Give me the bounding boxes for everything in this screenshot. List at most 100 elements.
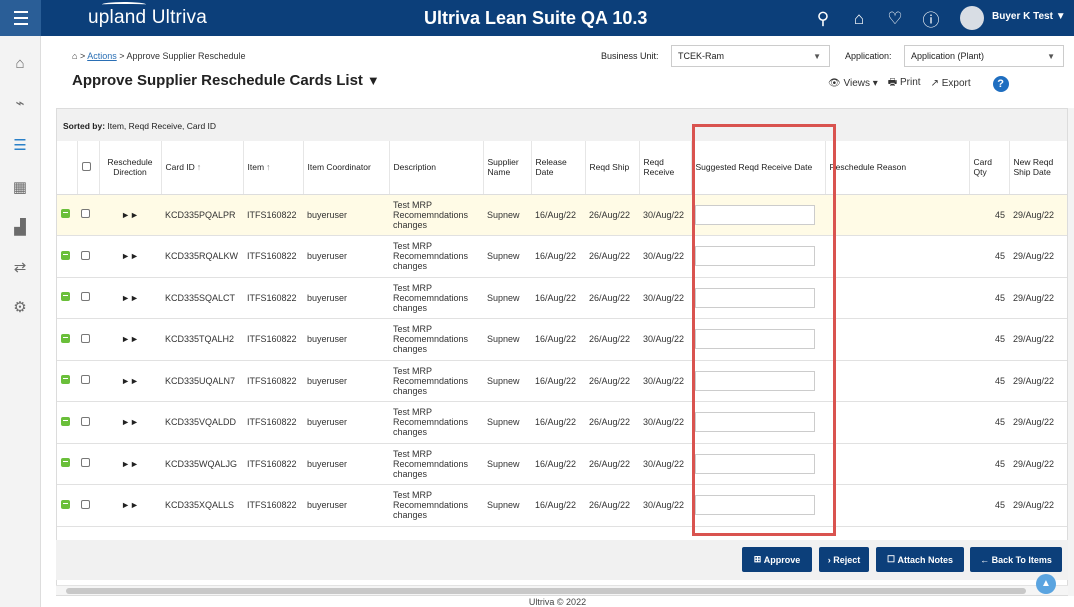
breadcrumb-actions-link[interactable]: Actions [87,51,117,61]
application-select[interactable]: Application (Plant) ▼ [904,45,1064,67]
note-icon[interactable] [57,277,77,319]
row-checkbox[interactable] [77,277,99,319]
reschedule-reason-select[interactable]: ▼ [829,495,969,515]
card-qty: 45 [969,318,1009,361]
col-reqd-ship[interactable]: Reqd Ship [585,141,640,195]
search-icon[interactable]: ⚲ [812,9,834,29]
reschedule-reason-select[interactable]: ▼ [829,329,969,349]
col-item[interactable]: Item ↑ [243,141,304,195]
col-reqd-receive[interactable]: Reqd Receive [639,141,692,195]
direction-icon: ►► [99,443,161,485]
heart-icon[interactable]: ♡ [884,9,906,29]
suggested-date-input[interactable] [695,453,815,474]
table-row[interactable]: ►► KCD335PQALPR ITFS160822 buyeruser Test MR… [57,194,1067,236]
note-icon[interactable] [57,235,77,278]
help-icon[interactable]: ⓘ [920,6,942,31]
app-logo[interactable]: upland Ultriva [88,2,207,29]
release-date: 16/Aug/22 [531,318,585,361]
suggested-date-input[interactable] [695,329,815,350]
grid-icon[interactable]: ▦ [10,178,30,198]
table-row[interactable]: ►► KCD335SQALCT ITFS160822 buyeruser Test MR… [57,277,1067,319]
row-checkbox[interactable] [77,484,99,527]
table-row[interactable]: ►► KCD335WQALJG ITFS160822 buyeruser Test MR… [57,443,1067,485]
col-release[interactable]: Release Date [531,141,586,195]
table-row[interactable]: ►► KCD335TQALH2 ITFS160822 buyeruser Test MR… [57,318,1067,361]
cards-list-icon[interactable]: ☰ [10,136,30,156]
col-description[interactable]: Description [389,141,484,195]
user-menu[interactable]: Buyer K Test ▼ [992,11,1066,22]
suggested-date-cell [691,277,825,319]
table-row[interactable]: ►► KCD335RQALKW ITFS160822 buyeruser Test MR… [57,235,1067,278]
row-checkbox[interactable] [77,194,99,236]
note-icon[interactable] [57,443,77,485]
row-checkbox[interactable] [77,401,99,444]
note-icon[interactable] [57,194,77,236]
business-unit-label: Business Unit: [601,51,659,61]
reschedule-reason-select[interactable]: ▼ [829,454,969,474]
suggested-date-input[interactable] [695,370,815,391]
suggested-date-input[interactable] [695,287,815,308]
item-id: ITFS160822 [243,235,303,278]
supplier: Supnew [483,484,531,527]
suggested-date-input[interactable] [695,495,815,516]
note-icon[interactable] [57,360,77,402]
table-row[interactable]: ►► KCD335VQALDD ITFS160822 buyeruser Test MR… [57,401,1067,444]
col-supplier[interactable]: Supplier Name [483,141,532,195]
table-row[interactable]: ►► KCD335UQALN7 ITFS160822 buyeruser Test MR… [57,360,1067,402]
reject-button[interactable]: › Reject [819,547,869,572]
suggested-date-input[interactable] [695,412,815,433]
filter-icon[interactable]: ▼ [367,73,380,88]
suggested-date-input[interactable] [695,204,815,225]
new-ship-date: 29/Aug/22 [1009,194,1067,236]
export-button[interactable]: ↗ Export [931,78,971,89]
supplier: Supnew [483,401,531,444]
business-unit-select[interactable]: TCEK-Ram ▼ [671,45,830,67]
col-suggested[interactable]: Suggested Reqd Receive Date [691,141,826,195]
select-all-checkbox[interactable] [77,141,100,195]
vertical-scrollbar[interactable] [1068,108,1074,596]
cards-table: Reschedule Direction Card ID ↑ Item ↑ Item… [57,141,1067,527]
help-icon[interactable]: ? [992,75,1009,92]
item-id: ITFS160822 [243,401,303,444]
col-reason[interactable]: Reschedule Reason [825,141,970,195]
avatar[interactable] [960,6,984,30]
supplier: Supnew [483,277,531,319]
home-icon[interactable]: ⌂ [848,9,870,29]
row-checkbox[interactable] [77,235,99,278]
reschedule-reason-select[interactable]: ▼ [829,205,969,225]
reschedule-reason-select[interactable]: ▼ [829,412,969,432]
col-new-ship[interactable]: New Reqd Ship Date [1009,141,1067,195]
reschedule-reason-select[interactable]: ▼ [829,246,969,266]
note-icon[interactable] [57,401,77,444]
col-direction[interactable]: Reschedule Direction [99,141,162,195]
activity-icon[interactable]: ⌁ [10,94,30,114]
new-ship-date: 29/Aug/22 [1009,360,1067,402]
description: Test MRP Recomemndations changes [389,484,483,527]
chart-icon[interactable]: ▟ [10,218,30,238]
col-card-id[interactable]: Card ID ↑ [161,141,244,195]
scroll-top-icon[interactable]: ▲ [1036,574,1056,594]
horizontal-scrollbar[interactable] [56,585,1068,595]
reqd-ship-date: 26/Aug/22 [585,277,639,319]
reschedule-reason-select[interactable]: ▼ [829,371,969,391]
print-button[interactable]: 🖶 Print [888,75,921,92]
approve-button[interactable]: ⊞ Approve [742,547,812,572]
col-coordinator[interactable]: Item Coordinator [303,141,390,195]
suggested-date-input[interactable] [695,246,815,267]
row-checkbox[interactable] [77,443,99,485]
views-dropdown[interactable]: 👁 Views ▾ [828,78,878,89]
note-icon[interactable] [57,318,77,361]
settings-gear-icon[interactable]: ⚙ [10,298,30,318]
home-icon[interactable]: ⌂ [72,51,77,61]
exchange-icon[interactable]: ⇄ [10,258,30,278]
col-card-qty[interactable]: Card Qty [969,141,1010,195]
home-icon[interactable]: ⌂ [10,54,30,74]
row-checkbox[interactable] [77,360,99,402]
row-checkbox[interactable] [77,318,99,361]
attach-notes-button[interactable]: ☐ Attach Notes [876,547,964,572]
hamburger-menu-icon[interactable] [0,0,41,36]
note-icon[interactable] [57,484,77,527]
table-row[interactable]: ►► KCD335XQALLS ITFS160822 buyeruser Test MR… [57,484,1067,527]
reschedule-reason-select[interactable]: ▼ [829,288,969,308]
back-to-items-button[interactable]: ← Back To Items [970,547,1062,572]
